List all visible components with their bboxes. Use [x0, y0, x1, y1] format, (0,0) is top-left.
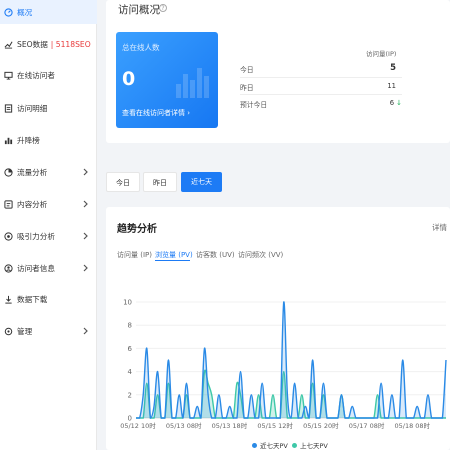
- sidebar-item-label: 数据下载: [17, 294, 48, 304]
- page-title: 访问概况: [118, 4, 160, 16]
- bar-chart-icon: [3, 135, 13, 145]
- legend-label: 上七天PV: [300, 442, 328, 450]
- visits-row-value: 5: [390, 63, 396, 73]
- content-icon: [3, 199, 13, 209]
- sidebar-item-label: 内容分析: [17, 199, 48, 209]
- online-details-link[interactable]: 查看在线访问者详情 ›: [122, 108, 190, 118]
- help-icon[interactable]: ?: [159, 4, 167, 12]
- online-title: 总在线人数: [122, 43, 160, 52]
- y-tick-label: 6: [128, 345, 133, 353]
- divider: [240, 94, 402, 95]
- trend-chart: 024681005/12 10时 05/13 08时 05/13 18时 05/15 …: [120, 299, 447, 430]
- sidebar-item-attraction[interactable]: 吸引力分析: [0, 224, 97, 248]
- y-tick-label: 4: [128, 368, 133, 376]
- trend-title: 趋势分析: [117, 224, 157, 235]
- sidebar-item-overview[interactable]: 概况: [0, 0, 97, 24]
- visits-row-value-wrap: 6 ↓: [390, 99, 402, 107]
- sidebar-item-label: 流量分析: [17, 167, 48, 177]
- sidebar-item-ranking[interactable]: 升降榜: [0, 128, 97, 152]
- trend-down-icon: ↓: [396, 99, 402, 107]
- x-tick-label: 05/13 08时: [166, 421, 202, 430]
- bar-chart-decoration-icon: [176, 68, 209, 98]
- legend-previous[interactable]: 上七天PV: [292, 440, 328, 450]
- sidebar-item-label: 概况: [17, 7, 33, 17]
- x-tick-label: 05/15 12时: [257, 421, 293, 430]
- x-tick-label: 05/13 18时: [212, 421, 248, 430]
- visits-row-value: 11: [387, 82, 396, 90]
- monitor-icon: [3, 70, 13, 80]
- document-icon: [3, 103, 13, 113]
- sidebar-item-visitor-info[interactable]: 访问者信息: [0, 256, 97, 280]
- sidebar-item-label: 访问明细: [17, 103, 48, 113]
- legend-label: 近七天PV: [260, 442, 288, 450]
- sidebar-item-download[interactable]: 数据下载: [0, 287, 97, 311]
- sidebar-item-traffic[interactable]: 流量分析: [0, 160, 97, 184]
- sidebar-item-label: 访问者信息: [17, 263, 55, 273]
- series-area: [136, 301, 446, 418]
- chevron-right-icon: [83, 264, 88, 272]
- sidebar-item-manage[interactable]: 管理: [0, 319, 97, 343]
- tab-yesterday[interactable]: 昨日: [143, 172, 177, 192]
- x-tick-label: 05/18 08时: [394, 421, 430, 430]
- chevron-right-icon: [83, 327, 88, 335]
- subtab-visitors-uv[interactable]: 访客数 (UV): [196, 250, 235, 260]
- visits-row-label: 昨日: [240, 84, 254, 92]
- sidebar: 概况 SEO数据 | 5118SEO 在线访问者 访问明细 升降榜 流量分析 内…: [0, 0, 97, 450]
- legend-dot: [252, 442, 257, 448]
- visits-row-forecast: 预计今日 6 ↓: [240, 99, 402, 113]
- user-info-icon: [3, 263, 13, 273]
- chevron-right-icon: [83, 232, 88, 240]
- dashboard-icon: [3, 7, 13, 17]
- visits-ip-header: 访问量(IP): [366, 50, 397, 58]
- visits-row-today: 今日 5: [240, 63, 402, 78]
- visits-row-label: 预计今日: [240, 101, 268, 109]
- gear-icon: [3, 326, 13, 336]
- sidebar-item-label: 吸引力分析: [17, 231, 55, 241]
- traffic-icon: [3, 167, 13, 177]
- tab-last-7-days[interactable]: 近七天: [181, 172, 222, 192]
- trend-detail-link[interactable]: 详情: [432, 222, 447, 233]
- y-tick-label: 10: [123, 299, 132, 307]
- online-visitors-card[interactable]: 总在线人数 0 查看在线访问者详情 ›: [116, 32, 218, 128]
- sidebar-item-label: 管理: [17, 326, 33, 336]
- sidebar-item-details[interactable]: 访问明细: [0, 96, 97, 120]
- visits-row-label: 今日: [240, 66, 254, 74]
- attraction-icon: [3, 231, 13, 241]
- subtab-visit-frequency-vv[interactable]: 访问频次 (VV): [238, 250, 283, 260]
- x-tick-label: 05/12 10时: [120, 421, 156, 430]
- active-subtab-underline: [155, 260, 190, 261]
- y-tick-label: 8: [128, 322, 132, 330]
- chevron-right-icon: [83, 168, 88, 176]
- subtab-visits-ip[interactable]: 访问量 (IP): [117, 250, 152, 260]
- chevron-right-icon: [83, 200, 88, 208]
- seo-partner-label: | 5118SEO: [50, 39, 91, 49]
- sidebar-item-online[interactable]: 在线访问者: [0, 63, 97, 87]
- subtab-pageviews-pv[interactable]: 浏览量 (PV): [155, 250, 193, 260]
- divider: [240, 77, 402, 78]
- y-tick-label: 2: [128, 391, 132, 399]
- legend-current[interactable]: 近七天PV: [252, 440, 288, 450]
- x-tick-label: 05/17 08时: [349, 421, 385, 430]
- legend-dot: [292, 442, 297, 448]
- online-count: 0: [122, 68, 136, 90]
- sidebar-item-label: 在线访问者: [17, 70, 55, 80]
- series-line: [135, 301, 447, 419]
- tab-today[interactable]: 今日: [106, 172, 140, 192]
- sidebar-item-content[interactable]: 内容分析: [0, 192, 97, 216]
- line-chart-icon: [3, 39, 13, 49]
- visits-row-value: 6: [389, 99, 395, 107]
- sidebar-item-label: SEO数据: [17, 39, 48, 49]
- sidebar-item-label: 升降榜: [17, 135, 40, 145]
- sidebar-item-seo[interactable]: SEO数据 | 5118SEO: [0, 32, 97, 56]
- download-icon: [3, 294, 13, 304]
- x-tick-label: 05/15 20时: [303, 421, 339, 430]
